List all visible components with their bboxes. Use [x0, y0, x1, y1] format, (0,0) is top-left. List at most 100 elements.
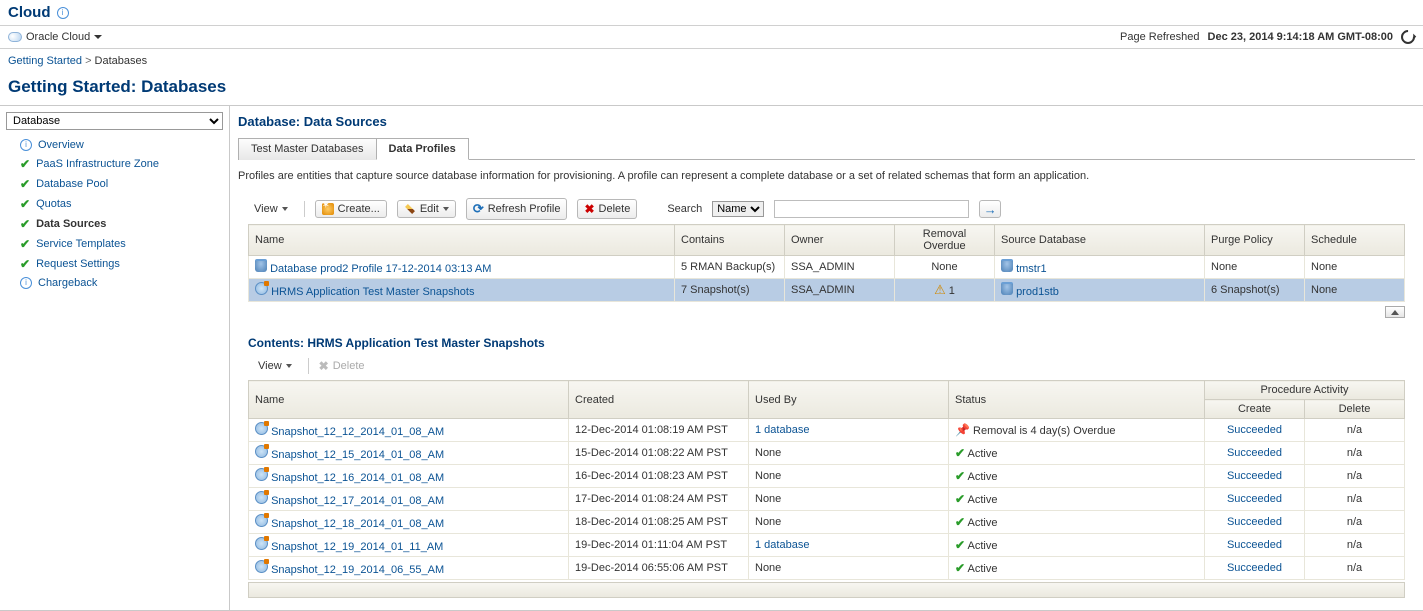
chevron-down-icon [443, 207, 449, 211]
sidebar-item-label: PaaS Infrastructure Zone [36, 158, 159, 170]
page-header-title: Cloud [8, 4, 51, 21]
check-icon [955, 469, 965, 483]
proc-create-link[interactable]: Succeeded [1227, 539, 1282, 551]
col-proc-create[interactable]: Create [1205, 400, 1305, 419]
col-usedby[interactable]: Used By [749, 381, 949, 419]
sidebar-item-paas-infrastructure-zone[interactable]: ✔PaaS Infrastructure Zone [6, 154, 223, 174]
check-icon: ✔ [20, 237, 30, 251]
profile-name-link[interactable]: HRMS Application Test Master Snapshots [271, 286, 474, 298]
proc-create-link[interactable]: Succeeded [1227, 562, 1282, 574]
snapshot-name-link[interactable]: Snapshot_12_19_2014_01_11_AM [271, 541, 443, 553]
col-status[interactable]: Status [949, 381, 1205, 419]
collapse-toggle[interactable] [1385, 306, 1405, 318]
snapshot-name-link[interactable]: Snapshot_12_19_2014_06_55_AM [271, 564, 444, 576]
database-icon [255, 259, 267, 272]
sidebar-item-service-templates[interactable]: ✔ Service Templates [6, 234, 223, 254]
check-icon [955, 561, 965, 575]
view-menu[interactable]: View [248, 201, 294, 217]
sidebar: Database iOverview✔PaaS Infrastructure Z… [0, 105, 230, 611]
database-icon [1001, 259, 1013, 272]
sidebar-item-overview[interactable]: i Overview [6, 136, 223, 154]
sidebar-item-request-settings[interactable]: ✔Request Settings [6, 254, 223, 274]
contents-delete-button: ✖ Delete [319, 359, 365, 373]
col-overdue[interactable]: Removal Overdue [895, 225, 995, 256]
sidebar-item-database-pool[interactable]: ✔Database Pool [6, 174, 223, 194]
table-row[interactable]: Snapshot_12_18_2014_01_08_AM18-Dec-2014 … [249, 511, 1405, 534]
search-by-select[interactable]: Name [712, 201, 764, 217]
col-created[interactable]: Created [569, 381, 749, 419]
col-name[interactable]: Name [249, 381, 569, 419]
create-button[interactable]: Create... [315, 200, 387, 218]
cloud-icon [8, 32, 22, 42]
contents-view-menu[interactable]: View [252, 358, 298, 374]
search-input[interactable] [774, 200, 969, 218]
profile-name-link[interactable]: Database prod2 Profile 17-12-2014 03:13 … [270, 263, 491, 275]
col-contains[interactable]: Contains [675, 225, 785, 256]
database-icon [1001, 282, 1013, 295]
tab-data-profiles[interactable]: Data Profiles [376, 138, 469, 160]
create-icon [322, 203, 334, 215]
col-source[interactable]: Source Database [995, 225, 1205, 256]
table-row[interactable]: Database prod2 Profile 17-12-2014 03:13 … [249, 256, 1405, 279]
sidebar-select[interactable]: Database [6, 112, 223, 130]
proc-create-link[interactable]: Succeeded [1227, 516, 1282, 528]
proc-create-link[interactable]: Succeeded [1227, 447, 1282, 459]
crumb-getting-started[interactable]: Getting Started [8, 55, 82, 67]
col-proc-delete[interactable]: Delete [1305, 400, 1405, 419]
info-icon[interactable]: i [57, 7, 69, 19]
snapshot-name-link[interactable]: Snapshot_12_18_2014_01_08_AM [271, 518, 444, 530]
proc-create-link[interactable]: Succeeded [1227, 493, 1282, 505]
source-db-link[interactable]: tmstr1 [1016, 263, 1047, 275]
delete-button[interactable]: ✖ Delete [577, 199, 637, 219]
cloud-menu[interactable]: Oracle Cloud [8, 31, 102, 43]
table-row[interactable]: Snapshot_12_19_2014_06_55_AM19-Dec-2014 … [249, 557, 1405, 580]
table-row[interactable]: Snapshot_12_17_2014_01_08_AM17-Dec-2014 … [249, 488, 1405, 511]
page-title: Getting Started: Databases [0, 73, 1423, 105]
search-go-button[interactable]: → [979, 200, 1001, 218]
used-by-link[interactable]: 1 database [755, 424, 809, 436]
sidebar-item-label: Service Templates [36, 238, 126, 250]
sidebar-item-label: Chargeback [38, 277, 97, 289]
sidebar-item-data-sources[interactable]: ✔Data Sources [6, 214, 223, 234]
contents-toolbar: View ✖ Delete [238, 354, 1415, 378]
sidebar-item-quotas[interactable]: ✔Quotas [6, 194, 223, 214]
col-purge[interactable]: Purge Policy [1205, 225, 1305, 256]
col-owner[interactable]: Owner [785, 225, 895, 256]
used-by-link[interactable]: 1 database [755, 539, 809, 551]
info-icon: i [20, 277, 32, 289]
warning-icon [934, 282, 946, 297]
snapshot-name-link[interactable]: Snapshot_12_12_2014_01_08_AM [271, 426, 444, 438]
source-db-link[interactable]: prod1stb [1016, 286, 1059, 298]
refresh-prefix: Page Refreshed [1120, 31, 1200, 43]
sidebar-item-label: Overview [38, 139, 84, 151]
chevron-down-icon [282, 207, 288, 211]
col-procedure[interactable]: Procedure Activity [1205, 381, 1405, 400]
proc-create-link[interactable]: Succeeded [1227, 470, 1282, 482]
refresh-profile-button[interactable]: ⟳ Refresh Profile [466, 198, 568, 220]
snapshot-name-link[interactable]: Snapshot_12_17_2014_01_08_AM [271, 495, 444, 507]
snapshot-name-link[interactable]: Snapshot_12_15_2014_01_08_AM [271, 449, 444, 461]
panel-description: Profiles are entities that capture sourc… [238, 160, 1415, 194]
breadcrumb: Getting Started > Databases [0, 49, 1423, 73]
edit-button[interactable]: Edit [397, 200, 456, 218]
crumb-databases: Databases [95, 55, 148, 67]
table-row[interactable]: Snapshot_12_12_2014_01_08_AM12-Dec-2014 … [249, 419, 1405, 442]
snapshot-icon [255, 514, 268, 527]
table-row[interactable]: Snapshot_12_16_2014_01_08_AM16-Dec-2014 … [249, 465, 1405, 488]
check-icon [955, 538, 965, 552]
refresh-icon[interactable] [1398, 27, 1418, 47]
table-row[interactable]: Snapshot_12_15_2014_01_08_AM15-Dec-2014 … [249, 442, 1405, 465]
proc-create-link[interactable]: Succeeded [1227, 424, 1282, 436]
sidebar-item-label: Request Settings [36, 258, 120, 270]
sidebar-item-chargeback[interactable]: i Chargeback [6, 274, 223, 292]
tab-test-master[interactable]: Test Master Databases [238, 138, 377, 160]
snapshot-name-link[interactable]: Snapshot_12_16_2014_01_08_AM [271, 472, 444, 484]
col-name[interactable]: Name [249, 225, 675, 256]
col-schedule[interactable]: Schedule [1305, 225, 1405, 256]
cloud-menu-label: Oracle Cloud [26, 31, 90, 43]
sidebar-item-label: Quotas [36, 198, 71, 210]
info-icon: i [20, 139, 32, 151]
table-row[interactable]: Snapshot_12_19_2014_01_11_AM19-Dec-2014 … [249, 534, 1405, 557]
table-footer [248, 582, 1405, 598]
table-row[interactable]: HRMS Application Test Master Snapshots7 … [249, 279, 1405, 302]
